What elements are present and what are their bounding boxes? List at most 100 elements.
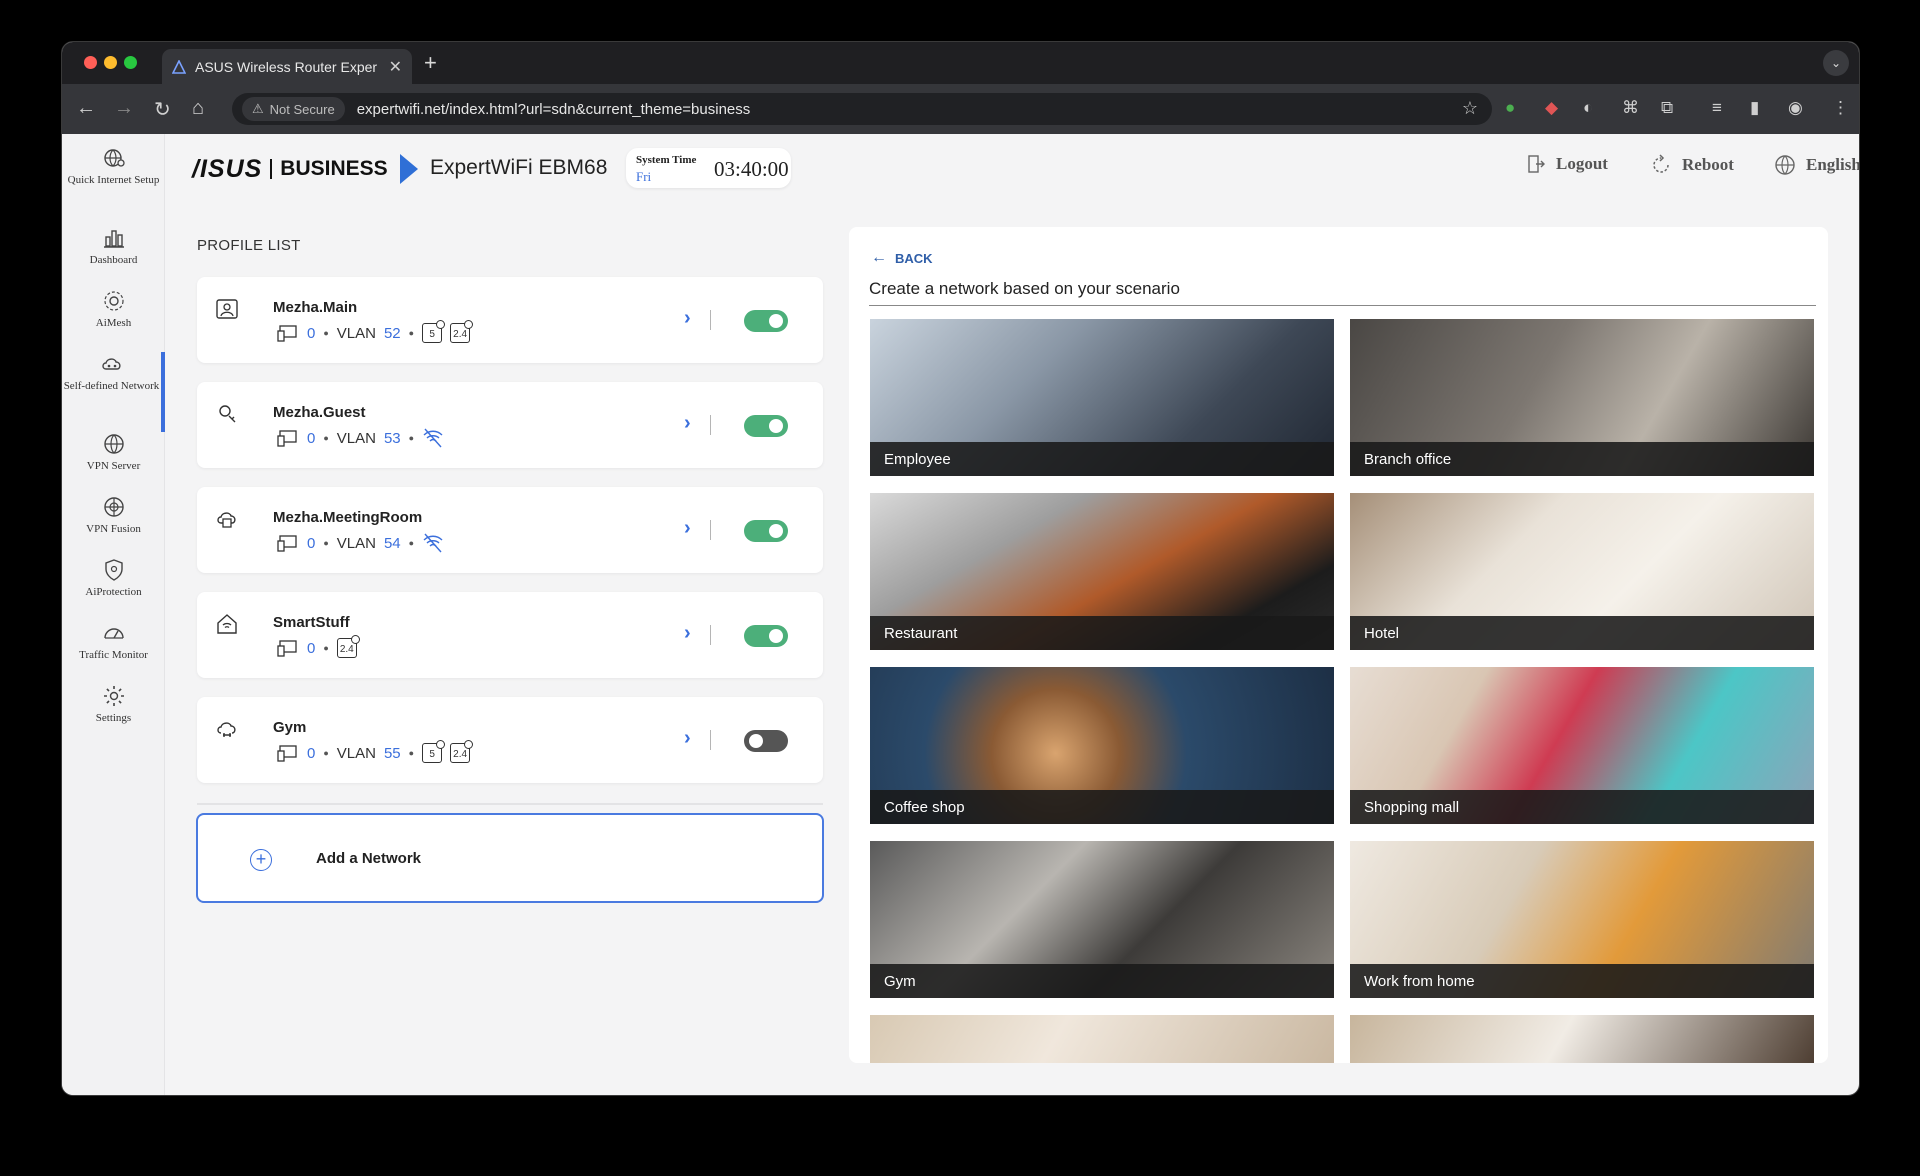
scenario-tile-restaurant[interactable]: Restaurant bbox=[870, 493, 1334, 650]
security-indicator[interactable]: ⚠ Not Secure bbox=[242, 97, 345, 121]
scenario-tile-branch-office[interactable]: Branch office bbox=[1350, 319, 1814, 476]
maximize-window-button[interactable] bbox=[124, 56, 137, 69]
extension-icon[interactable]: ● bbox=[1505, 98, 1515, 118]
profile-card-mezha-meetingroom[interactable]: Mezha.MeetingRoom 0 ● VLAN 54 ● › bbox=[197, 487, 823, 573]
list-divider bbox=[197, 803, 823, 805]
scenario-tile-gym[interactable]: Gym bbox=[870, 841, 1334, 998]
profile-avatar[interactable]: ◉ bbox=[1788, 98, 1803, 118]
profile-toggle[interactable] bbox=[744, 415, 788, 437]
scenario-tile-work-from-home[interactable]: Work from home bbox=[1350, 841, 1814, 998]
profile-name: Mezha.MeetingRoom bbox=[273, 509, 423, 526]
chevron-right-icon[interactable]: › bbox=[684, 412, 691, 435]
extension-icon[interactable]: ◐ bbox=[1583, 98, 1593, 118]
back-arrow-icon[interactable]: ← bbox=[76, 97, 96, 120]
side-panel-icon[interactable]: ▮ bbox=[1750, 98, 1759, 118]
devices-icon bbox=[277, 535, 297, 552]
profile-meta: 0 ● VLAN 52 ● 5 2.4 bbox=[277, 320, 474, 343]
back-label: BACK bbox=[895, 250, 933, 266]
add-network-button[interactable]: + Add a Network bbox=[196, 813, 824, 903]
reload-icon[interactable]: ↻ bbox=[154, 97, 171, 122]
devices-icon bbox=[277, 640, 297, 657]
scenario-tile-hotel[interactable]: Hotel bbox=[1350, 493, 1814, 650]
cloud-network-icon bbox=[101, 358, 121, 370]
profile-card-smartstuff[interactable]: SmartStuff 0 ● 2.4 › bbox=[197, 592, 823, 678]
sidebar-item-quick-internet-setup[interactable]: Quick Internet Setup bbox=[62, 146, 165, 188]
app-header: /ISUS BUSINESS ExpertWiFi EBM68 System T… bbox=[166, 134, 1859, 196]
asus-business-logo[interactable]: /ISUS BUSINESS bbox=[192, 154, 418, 184]
vlan-label: VLAN bbox=[336, 324, 376, 342]
minimize-window-button[interactable] bbox=[104, 56, 117, 69]
mesh-icon bbox=[103, 291, 124, 311]
title-underline bbox=[869, 305, 1816, 306]
pocket-icon[interactable]: ◆ bbox=[1545, 98, 1558, 118]
profile-toggle[interactable] bbox=[744, 625, 788, 647]
profile-card-gym[interactable]: Gym 0 ● VLAN 55 ● 5 2.4 › bbox=[197, 697, 823, 783]
chevron-right-icon[interactable]: › bbox=[684, 622, 691, 645]
arrow-left-icon: ← bbox=[871, 249, 887, 266]
puzzle-icon[interactable]: ⧉ bbox=[1661, 98, 1673, 118]
sidebar-item-vpn-server[interactable]: VPN Server bbox=[62, 432, 165, 474]
scenario-tile-coffee-shop[interactable]: Coffee shop bbox=[870, 667, 1334, 824]
sidebar-item-label: Dashboard bbox=[89, 254, 138, 266]
devices-icon bbox=[277, 325, 297, 342]
new-tab-button[interactable]: + bbox=[424, 50, 437, 76]
device-count: 0 bbox=[307, 324, 316, 342]
divider bbox=[710, 415, 711, 435]
profile-toggle[interactable] bbox=[744, 310, 788, 332]
vlan-label: VLAN bbox=[336, 429, 376, 447]
system-time-widget: System Time Fri 03:40:00 bbox=[626, 148, 791, 188]
wifi-off-icon bbox=[423, 533, 443, 553]
sidebar-item-dashboard[interactable]: Dashboard bbox=[62, 226, 165, 268]
profile-card-mezha-guest[interactable]: Mezha.Guest 0 ● VLAN 53 ● › bbox=[197, 382, 823, 468]
brand-sub: BUSINESS bbox=[280, 157, 388, 180]
chevron-right-icon[interactable]: › bbox=[684, 727, 691, 750]
profile-card-mezha-main[interactable]: Mezha.Main 0 ● VLAN 52 ● 5 2.4 › bbox=[197, 277, 823, 363]
sidebar-item-aimesh[interactable]: AiMesh bbox=[62, 289, 165, 331]
bookmark-star-icon[interactable]: ☆ bbox=[1462, 98, 1478, 119]
smart-home-icon bbox=[217, 614, 237, 634]
shield-icon bbox=[104, 559, 123, 581]
reboot-button[interactable]: Reboot bbox=[1650, 154, 1734, 176]
scenario-tile-partial[interactable] bbox=[870, 1015, 1334, 1063]
band-5ghz-icon: 5 bbox=[422, 740, 446, 763]
tab-search-button[interactable]: ⌄ bbox=[1823, 50, 1849, 76]
scenario-tile-partial[interactable] bbox=[1350, 1015, 1814, 1063]
side-navigation: Quick Internet Setup Dashboard AiMesh Se… bbox=[62, 134, 165, 1095]
home-icon[interactable]: ⌂ bbox=[192, 97, 204, 120]
browser-tab[interactable]: ASUS Wireless Router Exper ✕ bbox=[162, 49, 412, 84]
scenario-panel: ← BACK Create a network based on your sc… bbox=[849, 227, 1828, 1063]
sidebar-item-settings[interactable]: Settings bbox=[62, 684, 165, 726]
plus-circle-icon: + bbox=[250, 849, 272, 871]
reboot-label: Reboot bbox=[1682, 155, 1734, 174]
profile-toggle[interactable] bbox=[744, 730, 788, 752]
address-bar[interactable]: ⚠ Not Secure expertwifi.net/index.html?u… bbox=[232, 93, 1492, 125]
chevron-logo-icon bbox=[399, 154, 418, 184]
sidebar-item-vpn-fusion[interactable]: VPN Fusion bbox=[62, 495, 165, 537]
back-button[interactable]: ← BACK bbox=[871, 249, 933, 267]
separator-dot: ● bbox=[323, 433, 329, 443]
band-5ghz-icon: 5 bbox=[422, 320, 446, 343]
sidebar-item-aiprotection[interactable]: AiProtection bbox=[62, 558, 165, 600]
devices-icon bbox=[277, 745, 297, 762]
device-count: 0 bbox=[307, 639, 316, 657]
extension-icon[interactable]: ⌘ bbox=[1622, 98, 1639, 118]
vlan-id: 55 bbox=[383, 744, 401, 762]
sidebar-item-traffic-monitor[interactable]: Traffic Monitor bbox=[62, 621, 165, 663]
globe-gear-icon bbox=[103, 149, 125, 167]
scenario-tile-employee[interactable]: Employee bbox=[870, 319, 1334, 476]
language-selector[interactable]: English ▼ bbox=[1774, 154, 1859, 176]
close-tab-icon[interactable]: ✕ bbox=[389, 57, 402, 77]
vlan-id: 54 bbox=[383, 534, 401, 552]
menu-icon[interactable]: ⋮ bbox=[1832, 98, 1849, 118]
close-window-button[interactable] bbox=[84, 56, 97, 69]
chevron-right-icon[interactable]: › bbox=[684, 517, 691, 540]
scenario-tile-shopping-mall[interactable]: Shopping mall bbox=[1350, 667, 1814, 824]
profile-meta: 0 ● VLAN 53 ● bbox=[277, 428, 444, 448]
logout-button[interactable]: Logout bbox=[1526, 154, 1608, 174]
sidebar-item-self-defined-network[interactable]: Self-defined Network bbox=[62, 352, 165, 432]
profile-toggle[interactable] bbox=[744, 520, 788, 542]
forward-arrow-icon[interactable]: → bbox=[114, 97, 134, 120]
chevron-right-icon[interactable]: › bbox=[684, 307, 691, 330]
reading-list-icon[interactable]: ≡ bbox=[1712, 98, 1722, 118]
gym-icon bbox=[217, 722, 236, 737]
